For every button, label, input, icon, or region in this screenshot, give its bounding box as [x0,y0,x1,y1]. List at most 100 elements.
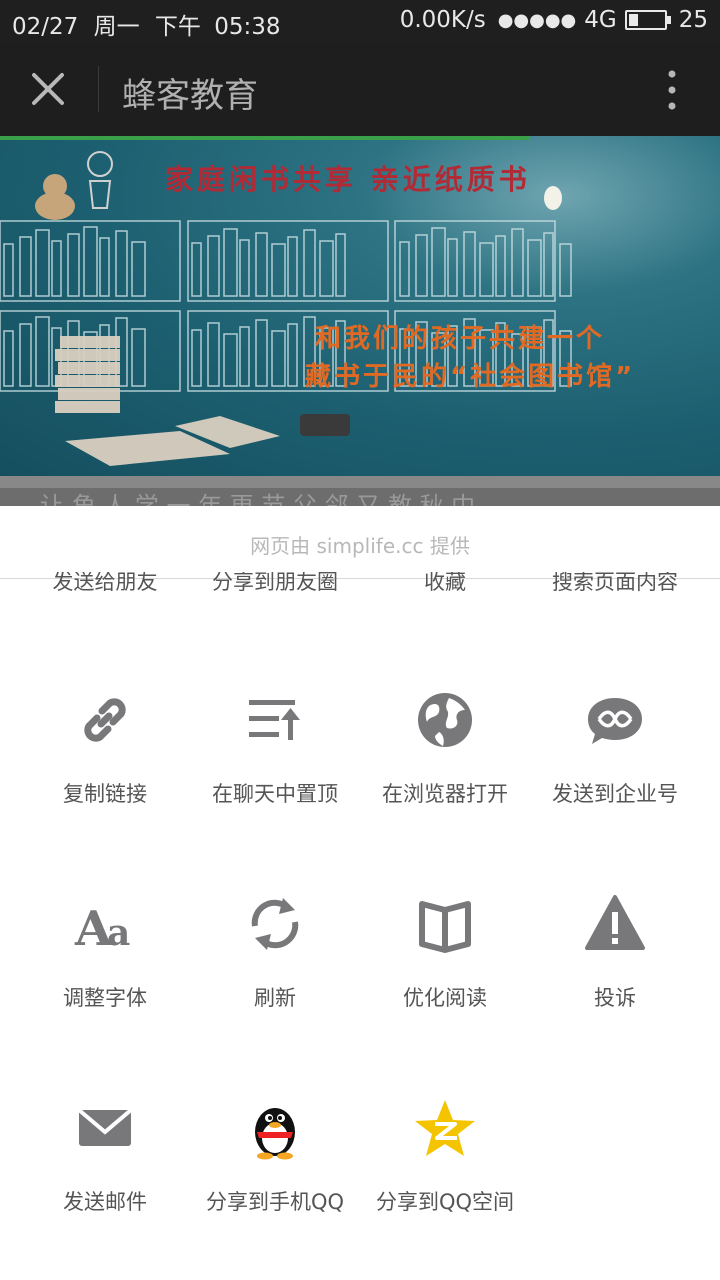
book-spine [319,240,334,297]
globe-icon [418,693,472,747]
book-spine [527,239,542,297]
book-spine [191,329,202,387]
share-qq-label: 分享到手机QQ [205,1190,345,1214]
status-weekday: 周一 [93,14,140,40]
reader-mode-item[interactable]: 优化阅读 [355,892,535,1012]
book-spine [3,243,14,297]
battery-icon [624,10,671,30]
book-spine [223,228,238,297]
book-spine [431,227,446,297]
book-spine [271,243,286,297]
favorite-item[interactable]: 收藏 [355,572,535,596]
banner-subline-1: 和我们的孩子共建一个 [315,324,606,354]
search-page-label: 搜索页面内容 [552,572,678,594]
send-to-enterprise-item[interactable]: 发送到企业号 [525,688,705,808]
share-qzone-label: 分享到QQ空间 [375,1190,515,1214]
network-type: 4G [584,7,617,33]
book-spine [287,323,298,387]
qzone-star-icon [415,1100,475,1156]
book-spine [19,236,32,297]
banner-subline-2: 藏书于民的“社会图书馆” [305,362,636,392]
page-title: 蜂客教育 [122,76,258,116]
book-spine [35,316,50,387]
book-spine [83,226,98,297]
book-spine [463,231,476,297]
font-size-item[interactable]: A a 调整字体 [15,892,195,1012]
report-item[interactable]: 投诉 [525,892,705,1012]
report-label: 投诉 [594,986,636,1010]
font-size-label: 调整字体 [63,986,147,1010]
send-to-enterprise-label: 发送到企业号 [552,782,678,806]
copy-link-item[interactable]: 复制链接 [15,688,195,808]
article-title-strip: 让 角 人 学 一 年 更 节 父 邻 又 教 秋 中 [0,476,720,520]
app-bar: 蜂客教育 [0,42,720,136]
book-spine [19,323,32,387]
more-vertical-icon[interactable] [660,68,684,112]
search-page-item[interactable]: 搜索页面内容 [525,572,705,596]
book-spine [191,242,202,297]
book-spine [255,232,268,297]
book-spine [67,233,80,297]
app-bar-divider [98,66,99,112]
signal-icon: ●●●●● [497,9,577,31]
copy-link-label: 复制链接 [63,782,147,806]
warning-icon [585,895,645,950]
book-spine [399,241,410,297]
send-email-label: 发送邮件 [63,1190,147,1214]
book-spine [51,240,62,297]
book-spine [239,239,250,297]
banner-image: 家庭闲书共享 亲近纸质书 和我们的孩子共建一个 藏书于民的“社会图书馆” [0,136,720,476]
book-spine [239,326,250,387]
refresh-icon [251,898,299,950]
share-qq-item[interactable]: 分享到手机QQ [185,1096,365,1216]
share-to-moments-label: 分享到朋友圈 [212,572,338,594]
open-in-browser-label: 在浏览器打开 [382,782,508,806]
send-to-friend-label: 发送给朋友 [52,572,158,594]
share-qzone-item[interactable]: 分享到QQ空间 [355,1096,535,1216]
share-to-moments-item[interactable]: 分享到朋友圈 [185,572,365,596]
book-spine [287,236,298,297]
status-bar: 02/27 周一 下午 05:38 0.00K/s ●●●●● 4G 25 [0,0,720,42]
share-row-clipped: 发送给朋友 分享到朋友圈 收藏 搜索页面内容 [0,572,720,606]
mail-icon [77,1108,133,1146]
book-spine [207,235,220,297]
book-spine [207,322,220,387]
book-spine [543,232,554,297]
book-spine [303,229,316,297]
enterprise-chat-icon [588,698,642,744]
battery-percent: 25 [678,7,708,33]
close-icon[interactable] [24,65,72,113]
book-spine [559,243,572,297]
book-spine [223,333,238,387]
pin-top-icon [249,700,300,740]
book-spine [131,241,146,297]
book-spine [415,234,428,297]
pin-top-label: 在聊天中置顶 [212,782,338,806]
status-date: 02/27 [12,14,79,40]
book-spine [511,228,524,297]
send-to-friend-item[interactable]: 发送给朋友 [15,572,195,596]
qq-penguin-icon [255,1108,295,1160]
status-period: 下午 [154,14,201,40]
book-spine [131,328,146,387]
send-email-item[interactable]: 发送邮件 [15,1096,195,1216]
book-spine [3,330,14,387]
svg-text:a: a [107,912,130,954]
font-size-icon: A a [74,901,130,957]
open-in-browser-item[interactable]: 在浏览器打开 [355,688,535,808]
book-spine [335,233,346,297]
status-right: 0.00K/s ●●●●● 4G 25 [400,7,708,33]
link-icon [84,698,126,742]
pin-top-item[interactable]: 在聊天中置顶 [185,688,365,808]
battery-fill [628,14,638,26]
refresh-item[interactable]: 刷新 [185,892,365,1012]
net-speed: 0.00K/s [399,7,486,33]
reader-book-icon [419,901,471,953]
status-left: 02/27 周一 下午 05:38 [12,7,281,41]
provider-note: 网页由 simplife.cc 提供 [0,506,720,579]
status-time: 05:38 [214,14,281,40]
book-spine [35,229,50,297]
book-spine [495,235,506,297]
favorite-label: 收藏 [424,572,466,594]
book-spine [115,230,128,297]
